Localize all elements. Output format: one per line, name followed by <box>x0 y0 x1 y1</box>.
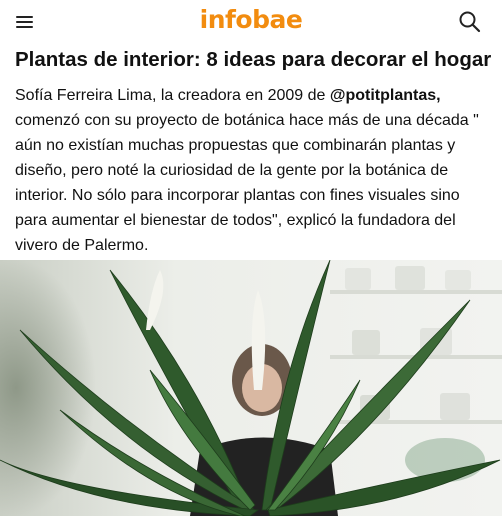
body-intro-text: Sofía Ferreira Lima, la creadora en 2009… <box>15 87 330 104</box>
infobae-logo[interactable]: infobae <box>0 3 502 37</box>
article-body: Sofía Ferreira Lima, la creadora en 2009… <box>15 83 487 258</box>
body-rest-text: comenzó con su proyecto de botánica hace… <box>15 112 479 254</box>
article-headline: Plantas de interior: 8 ideas para decora… <box>15 48 492 71</box>
instagram-handle-link[interactable]: @potitplantas, <box>330 87 441 104</box>
plant-photo-illustration <box>0 260 502 516</box>
search-icon[interactable] <box>458 10 482 34</box>
article-photo <box>0 260 502 516</box>
top-bar: infobae <box>0 0 502 44</box>
